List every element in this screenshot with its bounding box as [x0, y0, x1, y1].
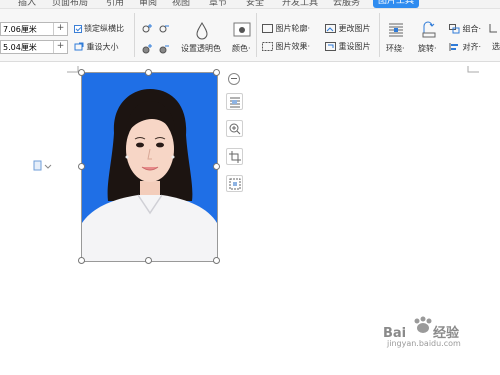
- align-button[interactable]: 对齐·: [449, 42, 481, 53]
- set-transparent-color-button[interactable]: 设置透明色: [181, 44, 221, 54]
- lock-aspect-ratio-checkbox[interactable]: 锁定纵横比: [74, 24, 124, 34]
- group-label: 组合·: [462, 24, 482, 34]
- resize-handle-left[interactable]: [78, 163, 85, 170]
- reset-picture-button[interactable]: 重设图片: [325, 42, 371, 52]
- contrast-increase-icon[interactable]: [141, 43, 153, 55]
- tab-references[interactable]: 引用: [106, 0, 124, 8]
- tab-view[interactable]: 视图: [172, 0, 190, 8]
- ribbon-divider: [134, 13, 135, 57]
- height-field[interactable]: +: [0, 22, 68, 36]
- resize-handle-bottom-right[interactable]: [213, 257, 220, 264]
- resize-handle-bottom[interactable]: [145, 257, 152, 264]
- change-picture-button[interactable]: 更改图片: [325, 24, 371, 34]
- change-picture-label: 更改图片: [338, 24, 371, 33]
- select-area-icon: [229, 178, 241, 190]
- group-button[interactable]: 组合·: [449, 24, 481, 35]
- wrap-dropdown[interactable]: 环绕·: [386, 44, 405, 54]
- crop-icon: [229, 151, 241, 163]
- align-icon: [449, 43, 458, 51]
- picture-tools-ribbon: + + 锁定纵横比 重设大小 设置透明色 颜色· 图片轮廓· 图片效果· 更改图…: [0, 9, 500, 62]
- picture-outline-icon: [262, 24, 273, 33]
- color-dropdown[interactable]: 颜色·: [232, 44, 251, 54]
- resize-handle-top[interactable]: [145, 69, 152, 76]
- tab-page-layout[interactable]: 页面布局: [52, 0, 88, 8]
- picture-effect-label: 图片效果·: [275, 42, 311, 51]
- width-input[interactable]: [1, 41, 55, 53]
- checkbox-checked-icon: [74, 24, 82, 33]
- baidu-jingyan-watermark: Bai 经验 jingyan.baidu.com: [383, 316, 461, 348]
- rotate-dropdown[interactable]: 旋转·: [418, 44, 437, 54]
- brightness-increase-icon[interactable]: [141, 23, 153, 35]
- watermark-url: jingyan.baidu.com: [387, 339, 461, 348]
- reset-picture-icon: [325, 42, 336, 51]
- reset-size-button[interactable]: 重设大小: [74, 42, 119, 53]
- tab-cloud-service[interactable]: 云服务: [333, 0, 360, 8]
- picture-effect-button[interactable]: 图片效果·: [262, 42, 310, 52]
- zoom-in-icon: [229, 123, 241, 135]
- width-field[interactable]: +: [0, 40, 68, 54]
- reset-size-icon: [74, 42, 84, 51]
- inserted-portrait-photo[interactable]: [81, 72, 218, 262]
- change-picture-icon: [325, 24, 336, 33]
- ribbon-divider: [256, 13, 257, 57]
- layout-options-icon: [230, 97, 240, 108]
- width-increment-button[interactable]: +: [53, 41, 67, 53]
- menu-tab-bar: 插入 页面布局 引用 审阅 视图 章节 安全 开发工具 云服务 图片工具: [0, 0, 500, 9]
- resize-handle-bottom-left[interactable]: [78, 257, 85, 264]
- tab-chapter[interactable]: 章节: [209, 0, 227, 8]
- select-area-button[interactable]: [226, 175, 243, 192]
- layout-options-button[interactable]: [226, 93, 243, 110]
- paw-logo-icon: [414, 316, 432, 333]
- text-wrap-icon[interactable]: [388, 22, 404, 38]
- transparent-color-icon[interactable]: [194, 22, 210, 40]
- crop-button[interactable]: [226, 148, 243, 165]
- ribbon-divider: [379, 13, 380, 57]
- align-label: 对齐·: [462, 42, 482, 52]
- group-icon: [449, 24, 460, 34]
- contrast-decrease-icon[interactable]: [158, 43, 170, 55]
- tab-insert[interactable]: 插入: [18, 0, 36, 8]
- paragraph-anchor-icon[interactable]: [33, 160, 53, 171]
- minus-icon[interactable]: [228, 73, 240, 85]
- tab-security[interactable]: 安全: [246, 0, 264, 8]
- picture-outline-label: 图片轮廓·: [275, 24, 311, 33]
- select-pane-button[interactable]: 选: [492, 42, 500, 52]
- picture-outline-button[interactable]: 图片轮廓·: [262, 24, 310, 34]
- height-input[interactable]: [1, 23, 55, 35]
- resize-handle-top-left[interactable]: [78, 69, 85, 76]
- resize-handle-top-right[interactable]: [213, 69, 220, 76]
- rotate-icon[interactable]: [421, 21, 437, 38]
- reset-size-label: 重设大小: [86, 42, 119, 52]
- resize-handle-right[interactable]: [213, 163, 220, 170]
- zoom-in-button[interactable]: [226, 120, 243, 137]
- color-icon[interactable]: [233, 22, 251, 38]
- reset-picture-label: 重设图片: [338, 42, 371, 51]
- picture-effect-icon: [262, 42, 273, 51]
- bring-forward-icon[interactable]: [488, 22, 498, 34]
- tab-picture-tools[interactable]: 图片工具: [373, 0, 420, 8]
- tab-developer-tools[interactable]: 开发工具: [282, 0, 318, 8]
- portrait-image: [82, 73, 217, 261]
- tab-review[interactable]: 审阅: [139, 0, 157, 8]
- lock-aspect-ratio-label: 锁定纵横比: [84, 24, 124, 33]
- height-increment-button[interactable]: +: [53, 23, 67, 35]
- page-margin-mark-right: [467, 66, 479, 73]
- brightness-decrease-icon[interactable]: [158, 23, 170, 35]
